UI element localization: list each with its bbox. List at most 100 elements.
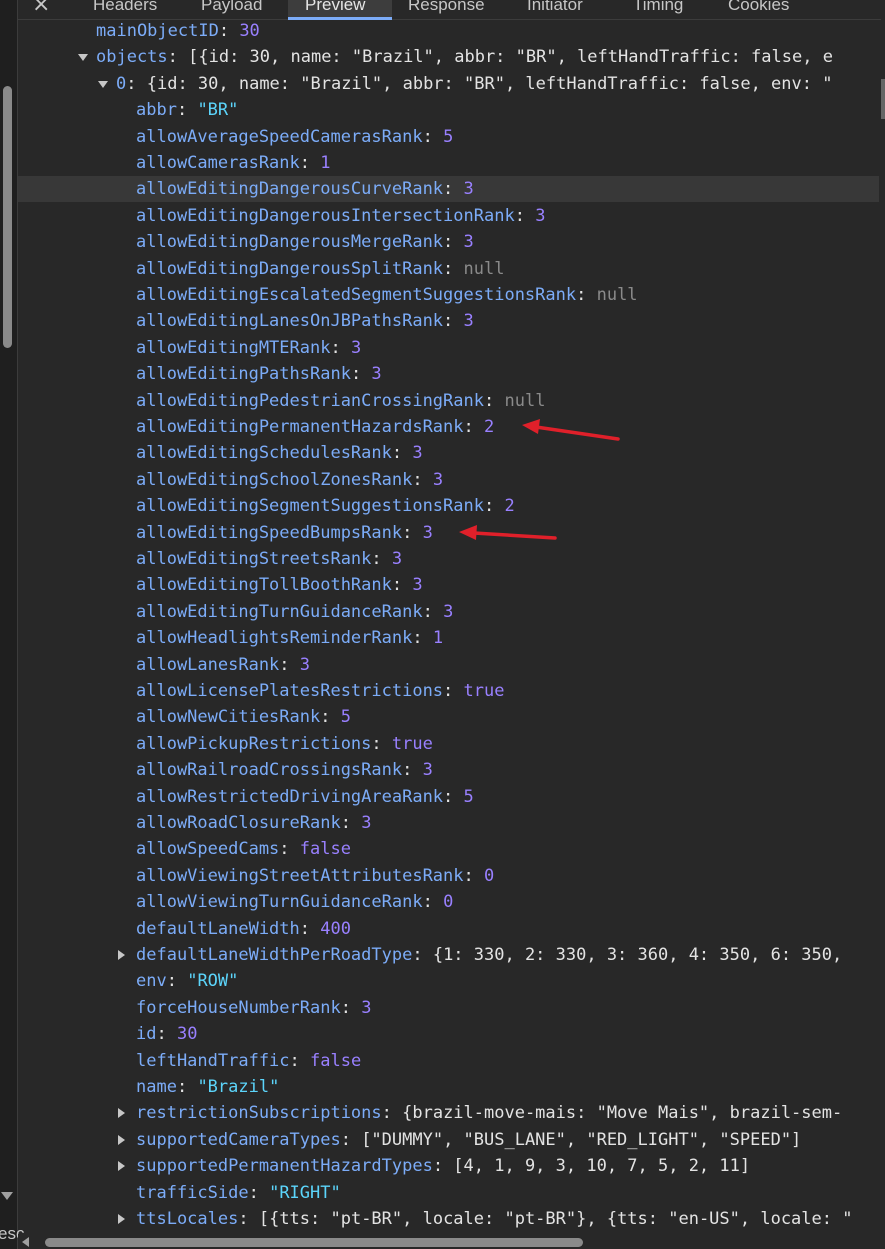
horizontal-scrollbar[interactable] xyxy=(18,1234,885,1249)
left-panel-scrollbar-thumb[interactable] xyxy=(3,86,12,348)
tab-headers[interactable]: Headers xyxy=(93,0,157,16)
tree-row-name: name: "Brazil" xyxy=(18,1074,879,1100)
tree-row-supported-camera-types[interactable]: supportedCameraTypes: ["DUMMY", "BUS_LAN… xyxy=(18,1127,879,1153)
tree-value: 0 xyxy=(443,892,454,912)
tree-value: 3 xyxy=(422,523,433,543)
tree-row-default-lane-width: defaultLaneWidth: 400 xyxy=(18,916,879,942)
key-separator: : xyxy=(422,602,444,622)
tree-key: restrictionSubscriptions xyxy=(136,1103,382,1123)
tree-row-item-0[interactable]: 0: {id: 30, name: "Brazil", abbr: "BR", … xyxy=(18,71,879,97)
tree-row-tts-locales[interactable]: ttsLocales: [{tts: "pt-BR", locale: "pt-… xyxy=(18,1206,879,1232)
tree-key: name xyxy=(136,1077,177,1097)
tree-key: allowLicensePlatesRestrictions xyxy=(136,681,444,701)
tree-key: allowEditingEscalatedSegmentSuggestionsR… xyxy=(136,285,577,305)
tree-row-force-house-number-rank: forceHouseNumberRank: 3 xyxy=(18,995,879,1021)
tree-value: null xyxy=(504,391,546,411)
expand-triangle-right-icon[interactable] xyxy=(118,950,125,960)
tree-key: allowLanesRank xyxy=(136,655,280,675)
tab-preview[interactable]: Preview xyxy=(305,0,365,16)
key-separator: : xyxy=(330,338,351,358)
key-separator: : xyxy=(340,813,362,833)
tree-value: 1 xyxy=(432,628,444,648)
expand-triangle-right-icon[interactable] xyxy=(118,1135,125,1145)
scroll-down-arrow-icon[interactable] xyxy=(1,1192,13,1200)
expand-triangle-right-icon[interactable] xyxy=(118,1214,125,1224)
key-separator: : xyxy=(340,998,362,1018)
tree-row-allow-viewing-turn-guidance-rank: allowViewingTurnGuidanceRank: 0 xyxy=(18,889,879,915)
tree-row-allow-average-speed-cameras-rank: allowAverageSpeedCamerasRank: 5 xyxy=(18,124,879,150)
tree-value: 3 xyxy=(463,311,474,331)
tree-key: allowEditingDangerousSplitRank xyxy=(136,259,444,279)
tree-key: supportedCameraTypes xyxy=(136,1130,341,1150)
tree-value: "BR" xyxy=(197,100,239,120)
tree-row-allow-new-cities-rank: allowNewCitiesRank: 5 xyxy=(18,704,879,730)
key-separator: : xyxy=(299,919,321,939)
tree-key: abbr xyxy=(136,100,177,120)
tree-key: allowNewCitiesRank xyxy=(136,707,321,727)
tree-row-objects[interactable]: objects: [{id: 30, name: "Brazil", abbr:… xyxy=(18,44,879,70)
tree-key: mainObjectID xyxy=(96,21,219,41)
tree-value: [{id: 30, name: "Brazil", abbr: "BR", le… xyxy=(188,47,833,67)
tree-row-allow-editing-streets-rank: allowEditingStreetsRank: 3 xyxy=(18,546,879,572)
tree-row-allow-editing-permanent-hazards-rank: allowEditingPermanentHazardsRank: 2 xyxy=(18,414,879,440)
key-separator: : xyxy=(443,787,464,807)
tree-value: 3 xyxy=(463,232,474,252)
tab-timing[interactable]: Timing xyxy=(633,0,683,16)
tree-row-allow-editing-escalated-segment-suggestions-rank: allowEditingEscalatedSegmentSuggestionsR… xyxy=(18,282,879,308)
tree-key: 0 xyxy=(116,74,127,94)
tree-key: allowEditingTollBoothRank xyxy=(136,575,392,595)
tree-value: null xyxy=(596,285,638,305)
tree-value: 3 xyxy=(422,760,433,780)
tab-initiator[interactable]: Initiator xyxy=(527,0,583,16)
tab-payload[interactable]: Payload xyxy=(201,0,262,16)
tree-value: 30 xyxy=(239,21,260,41)
tree-row-left-hand-traffic: leftHandTraffic: false xyxy=(18,1048,879,1074)
horizontal-scrollbar-thumb[interactable] xyxy=(45,1238,583,1247)
tree-row-supported-permanent-hazard-types[interactable]: supportedPermanentHazardTypes: [4, 1, 9,… xyxy=(18,1153,879,1179)
tree-key: allowEditingDangerousCurveRank xyxy=(136,179,444,199)
tree-row-allow-speed-cams: allowSpeedCams: false xyxy=(18,836,879,862)
tree-value: 3 xyxy=(432,470,444,490)
tree-key: id xyxy=(136,1024,157,1044)
tree-value: 2 xyxy=(484,417,495,437)
key-separator: : xyxy=(279,655,300,675)
tree-value: [4, 1, 9, 3, 10, 7, 5, 2, 11] xyxy=(453,1156,751,1176)
tree-row-traffic-side: trafficSide: "RIGHT" xyxy=(18,1180,879,1206)
expand-triangle-right-icon[interactable] xyxy=(118,1108,125,1118)
key-separator: : xyxy=(238,1209,259,1229)
tree-row-allow-editing-dangerous-split-rank: allowEditingDangerousSplitRank: null xyxy=(18,256,879,282)
key-separator: : xyxy=(289,1051,311,1071)
expand-triangle-right-icon[interactable] xyxy=(118,1161,125,1171)
key-separator: : xyxy=(443,232,464,252)
tree-value: 3 xyxy=(391,549,403,569)
vertical-scrollbar[interactable] xyxy=(881,19,885,1232)
key-separator: : xyxy=(340,1130,362,1150)
scroll-left-arrow-icon[interactable] xyxy=(22,1237,29,1247)
key-separator: : xyxy=(443,311,464,331)
tree-row-allow-editing-dangerous-intersection-rank: allowEditingDangerousIntersectionRank: 3 xyxy=(18,203,879,229)
close-icon[interactable]: × xyxy=(32,0,54,16)
tree-row-allow-editing-lanes-on-jbpaths-rank: allowEditingLanesOnJBPathsRank: 3 xyxy=(18,308,879,334)
tree-key: allowViewingStreetAttributesRank xyxy=(136,866,464,886)
tree-row-default-lane-width-per-road-type[interactable]: defaultLaneWidthPerRoadType: {1: 330, 2:… xyxy=(18,942,879,968)
tree-key: allowEditingStreetsRank xyxy=(136,549,372,569)
expand-triangle-down-icon[interactable] xyxy=(98,81,108,88)
tree-row-allow-editing-speed-bumps-rank: allowEditingSpeedBumpsRank: 3 xyxy=(18,520,879,546)
tree-value: 3 xyxy=(361,813,372,833)
tree-row-restriction-subscriptions[interactable]: restrictionSubscriptions: {brazil-move-m… xyxy=(18,1100,879,1126)
tab-response[interactable]: Response xyxy=(408,0,485,16)
tree-value: true xyxy=(391,734,433,754)
vertical-scrollbar-thumb[interactable] xyxy=(881,79,885,119)
key-separator: : xyxy=(422,127,444,147)
key-separator: : xyxy=(279,839,300,859)
key-separator: : xyxy=(126,74,147,94)
tree-value: "Brazil" xyxy=(197,1077,280,1097)
tree-row-allow-editing-dangerous-merge-rank: allowEditingDangerousMergeRank: 3 xyxy=(18,229,879,255)
tree-key: allowEditingMTERank xyxy=(136,338,331,358)
tree-value: 3 xyxy=(443,602,454,622)
tree-key: allowEditingLanesOnJBPathsRank xyxy=(136,311,444,331)
key-separator: : xyxy=(432,1156,454,1176)
expand-triangle-down-icon[interactable] xyxy=(78,54,88,61)
tab-cookies[interactable]: Cookies xyxy=(728,0,789,16)
key-separator: : xyxy=(484,496,505,516)
